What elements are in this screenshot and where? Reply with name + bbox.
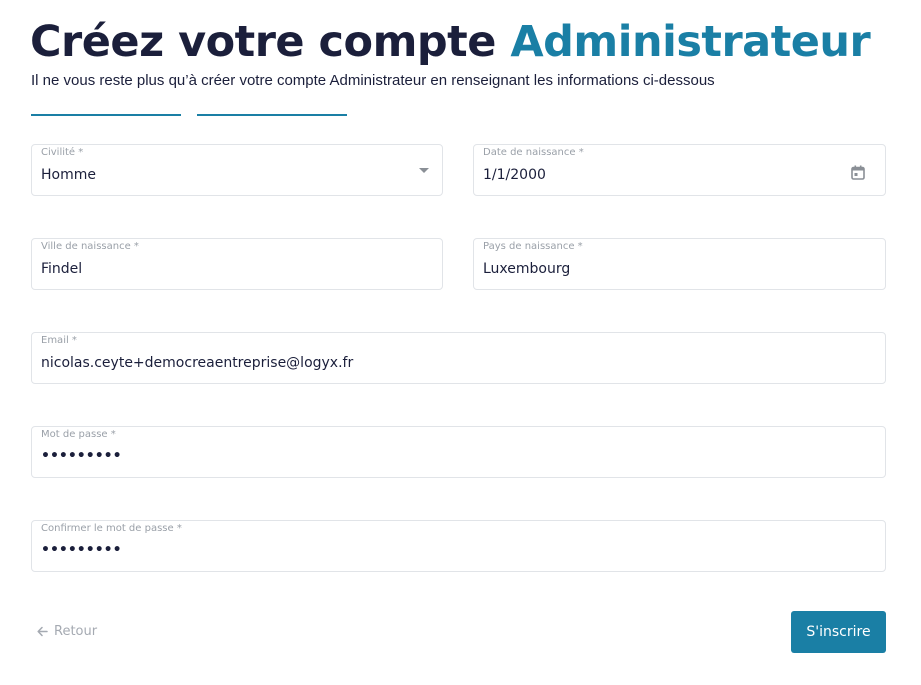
confirm-password-field[interactable]: Confirmer le mot de passe * ••••••••• bbox=[31, 520, 886, 572]
page-subtitle: Il ne vous reste plus qu’à créer votre c… bbox=[31, 72, 715, 89]
submit-button[interactable]: S'inscrire bbox=[791, 611, 886, 653]
password-value: ••••••••• bbox=[41, 448, 122, 464]
civilite-label: Civilité * bbox=[41, 147, 84, 158]
ville-naissance-label: Ville de naissance * bbox=[41, 241, 139, 252]
ville-naissance-value: Findel bbox=[41, 261, 83, 277]
civilite-value: Homme bbox=[41, 167, 96, 183]
back-label: Retour bbox=[54, 624, 98, 639]
date-naissance-label: Date de naissance * bbox=[483, 147, 584, 158]
step-indicator-2 bbox=[197, 114, 347, 116]
pays-naissance-field[interactable]: Pays de naissance * Luxembourg bbox=[473, 238, 886, 290]
date-naissance-field[interactable]: Date de naissance * 1/1/2000 bbox=[473, 144, 886, 196]
password-field[interactable]: Mot de passe * ••••••••• bbox=[31, 426, 886, 478]
email-field[interactable]: Email * nicolas.ceyte+democreaentreprise… bbox=[31, 332, 886, 384]
pays-naissance-label: Pays de naissance * bbox=[483, 241, 583, 252]
calendar-icon[interactable] bbox=[851, 165, 865, 180]
email-value: nicolas.ceyte+democreaentreprise@logyx.f… bbox=[41, 355, 354, 371]
back-link[interactable]: Retour bbox=[37, 624, 97, 639]
email-label: Email * bbox=[41, 335, 77, 346]
chevron-down-icon[interactable] bbox=[419, 168, 429, 173]
title-main: Créez votre compte bbox=[30, 17, 496, 67]
arrow-left-icon bbox=[37, 626, 48, 637]
title-accent: Administrateur bbox=[510, 17, 871, 67]
page-title: Créez votre compte Administrateur bbox=[30, 12, 871, 72]
ville-naissance-field[interactable]: Ville de naissance * Findel bbox=[31, 238, 443, 290]
step-indicator-1 bbox=[31, 114, 181, 116]
pays-naissance-value: Luxembourg bbox=[483, 261, 571, 277]
confirm-password-label: Confirmer le mot de passe * bbox=[41, 523, 182, 534]
date-naissance-value: 1/1/2000 bbox=[483, 167, 546, 183]
civilite-select[interactable]: Civilité * Homme bbox=[31, 144, 443, 196]
password-label: Mot de passe * bbox=[41, 429, 116, 440]
confirm-password-value: ••••••••• bbox=[41, 542, 122, 558]
